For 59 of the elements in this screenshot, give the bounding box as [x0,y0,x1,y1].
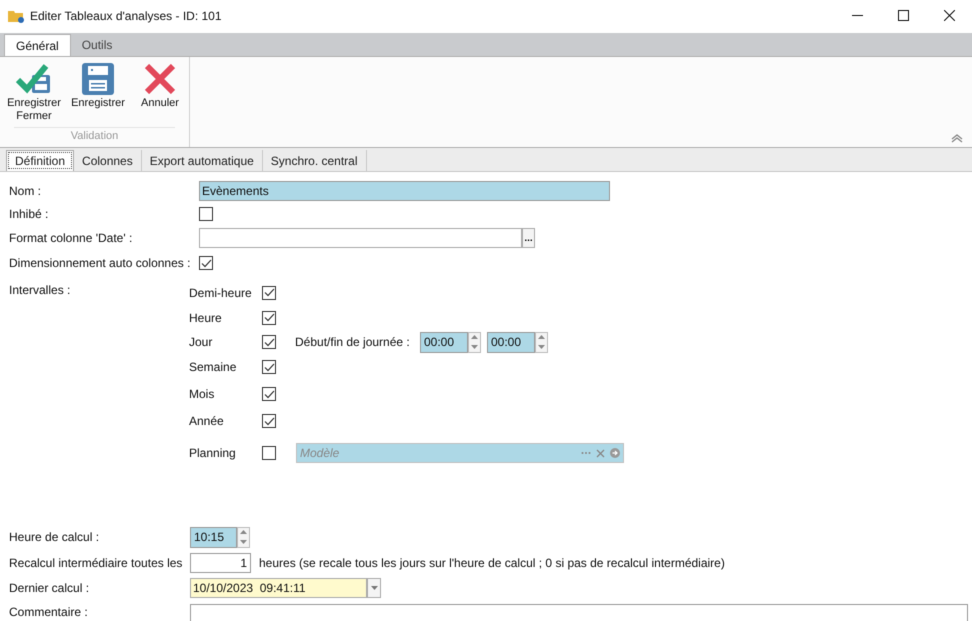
form-tab[interactable]: Colonnes [74,150,142,171]
ribbon-button[interactable]: Enregistrer [70,61,126,110]
interval-label: Demi-heure [189,286,252,300]
field-label: Commentaire : [9,605,88,619]
field-label: Format colonne 'Date' : [9,231,132,245]
comment-field[interactable] [190,604,968,621]
ribbon-tab[interactable]: Général [4,34,71,56]
interval-label: Mois [189,387,214,401]
ribbon-button[interactable]: Annuler [132,61,188,110]
field-label: Intervalles : [9,283,70,297]
folder-icon [8,8,24,22]
field-label: Début/fin de journée : [295,334,411,351]
date-format-field[interactable] [199,228,522,248]
field-label: Nom : [9,184,42,198]
field-label: Recalcul intermédiaire toutes les [9,556,182,570]
interval-label: Heure [189,310,222,324]
number-field[interactable]: 1 [190,553,251,573]
interval-label: Planning [189,446,236,460]
field-label: Dernier calcul : [9,581,90,595]
checkbox[interactable] [262,335,276,349]
time-field[interactable]: 00:00 [420,332,468,352]
collapse-icon[interactable] [951,134,963,143]
checkbox[interactable] [262,286,276,300]
hint-text: heures (se recale tous les jours sur l'heure de calcul ; 0 si pas de recalcul intermédiaire) [259,555,725,572]
ribbon-button[interactable]: Enregistrer Fermer [4,61,64,123]
checkbox[interactable] [262,310,276,324]
checkbox[interactable] [262,387,276,401]
ribbon-tab[interactable]: Outils [70,34,124,56]
check-disk-icon [16,63,52,95]
time-field[interactable]: 10:15 [190,526,237,548]
placeholder-text: Modèle [300,445,340,462]
name-field[interactable]: Evènements [199,181,610,201]
checkbox[interactable] [199,256,213,270]
browse-button[interactable]: ... [522,228,535,248]
form-tab[interactable]: Définition [6,150,74,171]
field-label: Dimensionnement auto colonnes : [9,256,190,270]
field-label: Inhibé : [9,207,48,221]
form-tab[interactable]: Export automatique [142,150,263,171]
group-label: Validation [70,129,118,144]
checkbox[interactable] [199,207,213,221]
checkbox[interactable] [262,446,276,460]
arrow-right-icon[interactable] [610,448,620,458]
interval-label: Semaine [189,360,236,374]
time-field[interactable]: 00:00 [487,332,535,352]
window-title: Editer Tableaux d'analyses - ID: 101 [30,8,222,24]
spin-arrows-icon[interactable] [468,332,481,352]
maximize-icon [898,10,908,21]
spin-arrows-icon[interactable] [237,526,250,548]
minimize-icon [852,15,862,16]
interval-label: Jour [189,335,212,349]
close-icon [944,10,954,21]
interval-label: Année [189,414,224,428]
field-label: Heure de calcul : [9,530,100,544]
spin-arrows-icon[interactable] [535,332,548,352]
form-tab[interactable]: Synchro. central [262,150,367,171]
checkbox[interactable] [262,414,276,428]
datetime-field[interactable]: 10/10/2023 09:41:11 [190,578,367,598]
checkbox[interactable] [262,360,276,374]
cross-icon [144,63,176,95]
